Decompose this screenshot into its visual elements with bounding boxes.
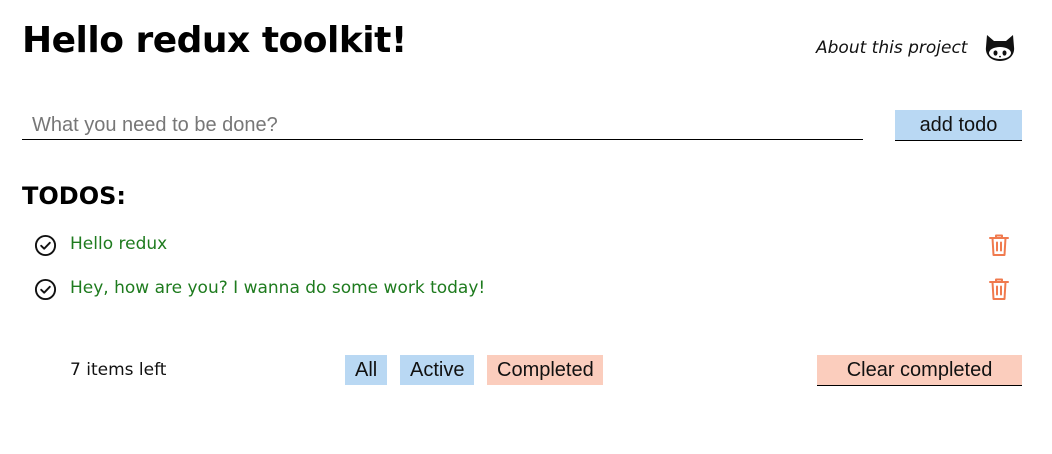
trash-icon[interactable] — [987, 232, 1011, 258]
todo-item: Hey, how are you? I wanna do some work t… — [22, 274, 1022, 304]
check-circle-icon[interactable] — [34, 278, 57, 301]
filter-completed-button[interactable]: Completed — [487, 355, 603, 385]
todo-text[interactable]: Hello redux — [70, 234, 167, 254]
items-left-count: 7 items left — [70, 360, 167, 380]
filter-active-button[interactable]: Active — [400, 355, 474, 385]
todo-item: Hello redux — [22, 230, 1022, 260]
new-todo-input[interactable] — [22, 112, 863, 140]
about-project-link[interactable]: About this project — [816, 38, 967, 58]
add-todo-button[interactable]: add todo — [895, 110, 1022, 141]
filter-all-button[interactable]: All — [345, 355, 387, 385]
check-circle-icon[interactable] — [34, 234, 57, 257]
trash-icon[interactable] — [987, 276, 1011, 302]
todos-heading: TODOS: — [22, 182, 126, 210]
github-octocat-icon — [985, 35, 1015, 61]
clear-completed-button[interactable]: Clear completed — [817, 355, 1022, 386]
github-icon[interactable] — [983, 32, 1017, 66]
todo-text[interactable]: Hey, how are you? I wanna do some work t… — [70, 278, 485, 298]
page-title: Hello redux toolkit! — [22, 20, 407, 61]
